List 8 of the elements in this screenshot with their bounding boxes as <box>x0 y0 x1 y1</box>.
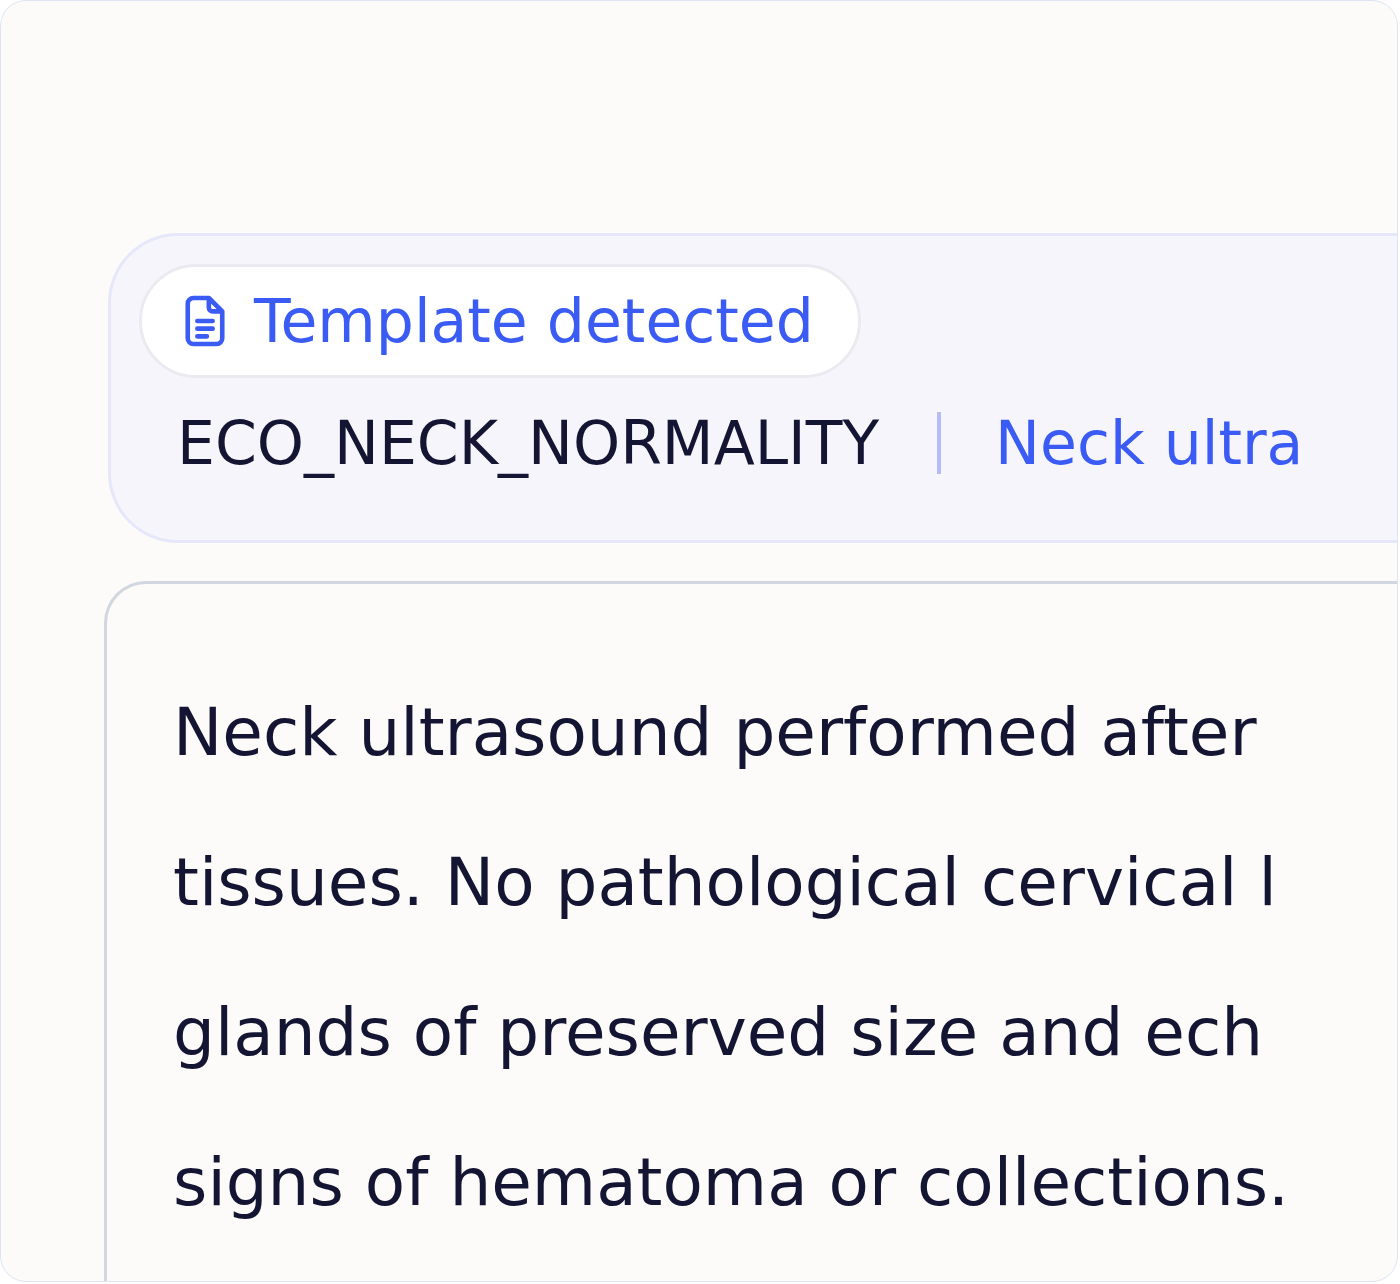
badge-label: Template detected <box>254 286 814 356</box>
report-text-line: glands of preserved size and ech <box>173 993 1265 1073</box>
report-text-line: Neck ultrasound performed after <box>173 693 1258 773</box>
document-icon <box>182 294 228 348</box>
report-text-line: tissues. No pathological cervical l <box>173 843 1278 923</box>
report-text-line: signs of hematoma or collections. <box>173 1143 1291 1223</box>
template-name: Neck ultra <box>995 408 1304 478</box>
template-code: ECO_NECK_NORMALITY <box>177 408 880 478</box>
